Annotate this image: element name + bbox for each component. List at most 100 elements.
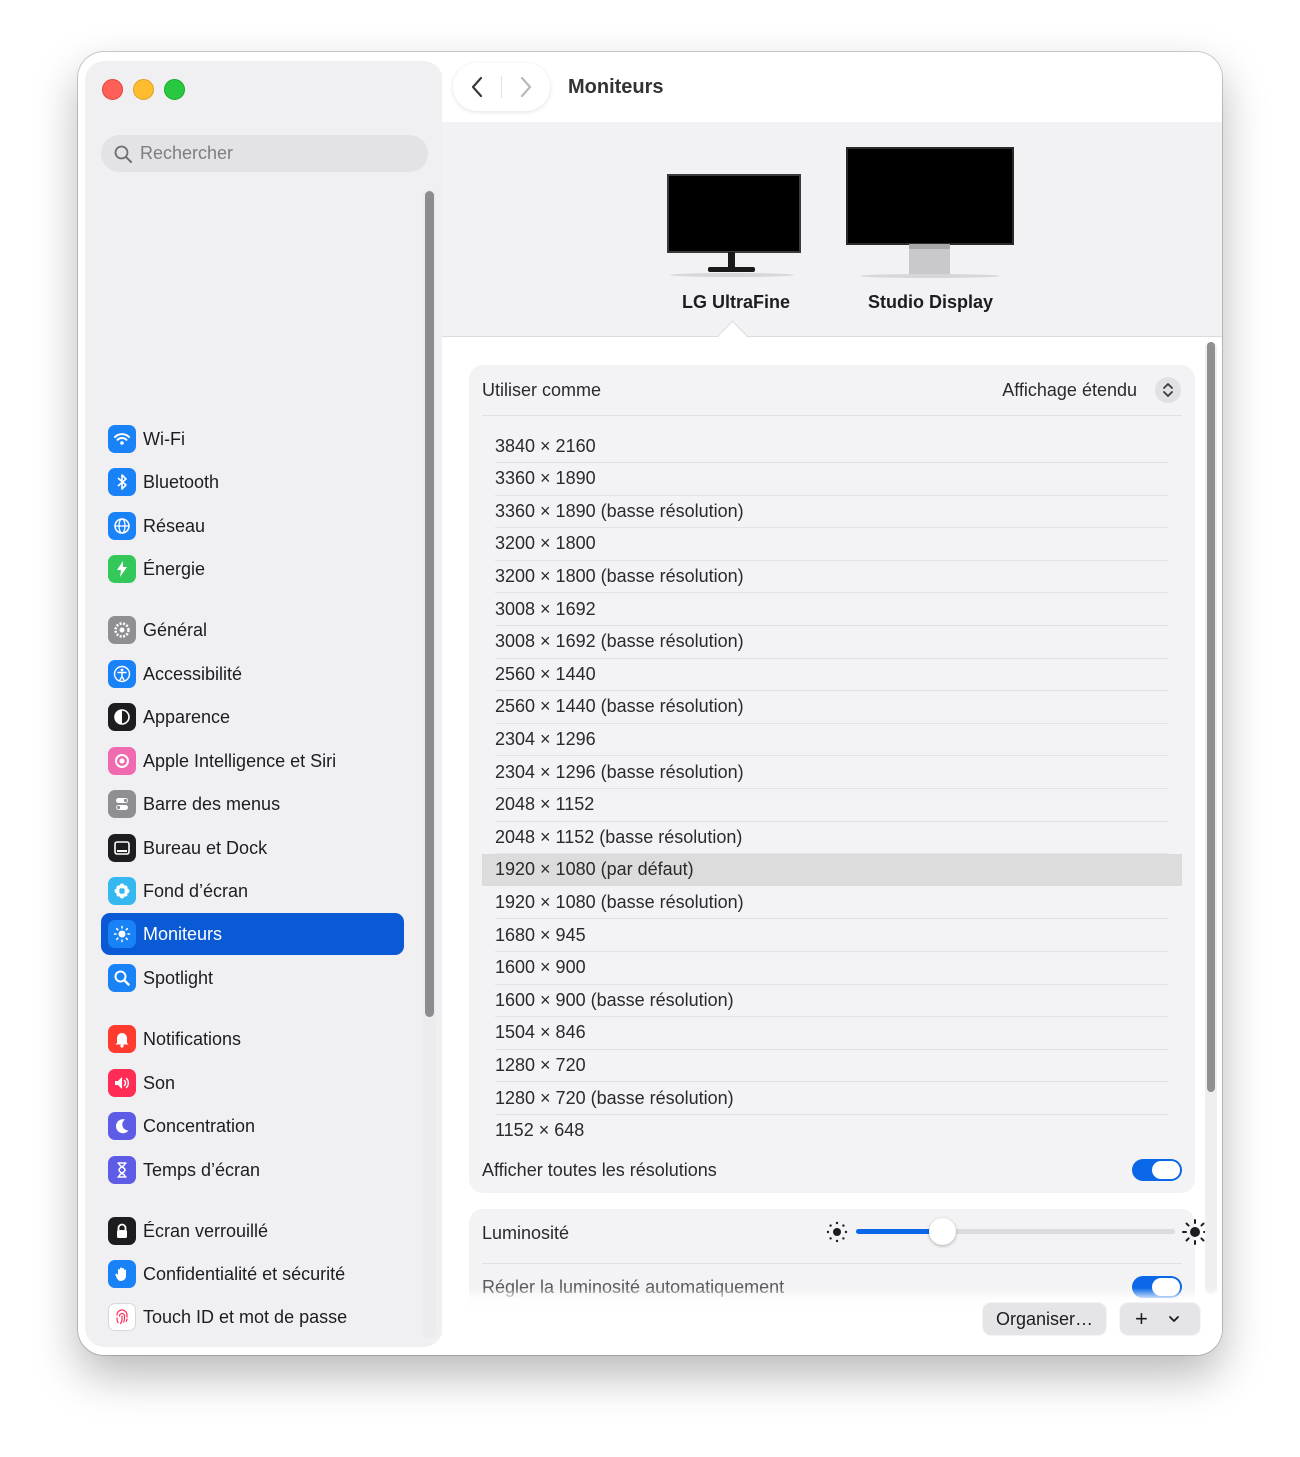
resolution-option[interactable]: 3840 × 2160 [482, 430, 1182, 463]
resolution-option[interactable]: 1152 × 648 [482, 1115, 1182, 1147]
sidebar-item-label: Confidentialité et sécurité [143, 1263, 346, 1284]
sidebar-item-label: Temps d’écran [143, 1159, 261, 1180]
chevron-down-icon [1168, 1316, 1179, 1322]
bell-icon [108, 1025, 136, 1053]
resolution-label: 3360 × 1890 (basse résolution) [495, 500, 744, 521]
resolution-label: 3008 × 1692 [495, 598, 596, 619]
sidebar-item-lock[interactable]: Écran verrouillé [101, 1210, 404, 1252]
sidebar-item-speaker[interactable]: Son [101, 1062, 404, 1104]
card-separator [482, 415, 1182, 416]
sidebar-item-bluetooth[interactable]: Bluetooth [101, 461, 404, 503]
sidebar-item-bolt[interactable]: Énergie [101, 548, 404, 590]
resolution-label: 3200 × 1800 (basse résolution) [495, 565, 744, 586]
resolution-option[interactable]: 1600 × 900 [482, 952, 1182, 985]
sidebar-item-label: Accessibilité [143, 663, 243, 684]
arrange-button[interactable]: Organiser… [983, 1303, 1106, 1335]
resolution-label: 1280 × 720 (basse résolution) [495, 1087, 734, 1108]
resolution-label: 1920 × 1080 (par défaut) [495, 859, 694, 880]
resolution-option[interactable]: 2304 × 1296 [482, 723, 1182, 757]
sidebar-item-spotlight[interactable]: Spotlight [101, 957, 404, 999]
content-scrollbar[interactable] [1205, 342, 1217, 1294]
search-field[interactable]: Rechercher [101, 135, 428, 172]
globe-icon [108, 512, 136, 540]
sidebar-item-label: Général [143, 619, 208, 640]
resolution-option[interactable]: 3360 × 1890 [482, 463, 1182, 496]
lock-icon [108, 1217, 136, 1245]
resolution-label: 1680 × 945 [495, 924, 586, 945]
add-display-button[interactable]: + [1120, 1303, 1200, 1335]
dock-icon [108, 834, 136, 862]
resolution-option[interactable]: 3008 × 1692 [482, 593, 1182, 626]
chevron-left-icon [471, 76, 483, 98]
fingerprint-icon [108, 1303, 136, 1331]
brightness-slider-knob[interactable] [929, 1218, 957, 1245]
sidebar-scrollbar[interactable] [423, 189, 436, 1339]
sidebar-item-menubar[interactable]: Barre des menus [101, 783, 404, 825]
monitor-studio-display[interactable] [845, 146, 1015, 278]
toggle-knob [1152, 1161, 1180, 1179]
sidebar-item-accessibility[interactable]: Accessibilité [101, 653, 404, 695]
use-as-popup[interactable]: Affichage étendu [1002, 376, 1181, 404]
sidebar-item-sun[interactable]: Moniteurs [101, 913, 404, 955]
sidebar-item-label: Bureau et Dock [143, 837, 268, 858]
resolution-option[interactable]: 1920 × 1080 (par défaut) [482, 853, 1182, 886]
sidebar-item-label: Réseau [143, 515, 206, 536]
resolution-option[interactable]: 2560 × 1440 (basse résolution) [482, 691, 1182, 724]
resolution-option[interactable]: 3008 × 1692 (basse résolution) [482, 626, 1182, 659]
sidebar-item-wifi[interactable]: Wi-Fi [101, 418, 404, 460]
close-window-button[interactable] [102, 79, 123, 100]
zoom-window-button[interactable] [164, 79, 185, 100]
settings-content: Utiliser comme Affichage étendu 3840 × 2… [442, 337, 1222, 1355]
sidebar-item-label: Touch ID et mot de passe [143, 1306, 348, 1327]
resolution-label: 1280 × 720 [495, 1054, 586, 1075]
accessibility-icon [108, 660, 136, 688]
chevron-up-down-icon [1163, 383, 1173, 397]
resolution-label: 1600 × 900 [495, 957, 586, 978]
back-button[interactable] [453, 63, 501, 111]
sidebar-scrollbar-thumb[interactable] [425, 191, 434, 1017]
sidebar-item-label: Concentration [143, 1115, 256, 1136]
sidebar-item-appearance[interactable]: Apparence [101, 696, 404, 738]
resolution-option[interactable]: 3360 × 1890 (basse résolution) [482, 495, 1182, 529]
sidebar-item-fingerprint[interactable]: Touch ID et mot de passe [101, 1296, 404, 1338]
forward-button[interactable] [502, 63, 550, 111]
sidebar-item-bell[interactable]: Notifications [101, 1018, 404, 1060]
resolution-option[interactable]: 1920 × 1080 (basse résolution) [482, 886, 1182, 920]
moon-icon [108, 1112, 136, 1140]
resolution-label: 1504 × 846 [495, 1022, 586, 1043]
show-all-toggle[interactable] [1132, 1159, 1182, 1181]
sidebar-item-gear[interactable]: Général [101, 609, 404, 651]
resolution-option[interactable]: 1280 × 720 [482, 1049, 1182, 1083]
sidebar-item-hand[interactable]: Confidentialité et sécurité [101, 1253, 404, 1295]
resolution-option[interactable]: 3200 × 1800 [482, 528, 1182, 561]
sidebar-item-moon[interactable]: Concentration [101, 1105, 404, 1147]
content-scrollbar-thumb[interactable] [1207, 342, 1215, 1092]
sidebar-item-dock[interactable]: Bureau et Dock [101, 827, 404, 869]
sidebar-item-globe[interactable]: Réseau [101, 505, 404, 547]
brightness-slider[interactable] [856, 1218, 1175, 1245]
studio-display-icon [846, 147, 1014, 278]
minimize-window-button[interactable] [133, 79, 154, 100]
resolution-option[interactable]: 2048 × 1152 (basse résolution) [482, 821, 1182, 855]
display-arrangement: LG UltraFine Studio Display [442, 122, 1222, 351]
sidebar-item-label: Moniteurs [143, 923, 223, 944]
sidebar-item-hourglass[interactable]: Temps d’écran [101, 1149, 404, 1191]
resolution-option[interactable]: 1504 × 846 [482, 1017, 1182, 1050]
resolution-option[interactable]: 1680 × 945 [482, 919, 1182, 952]
resolution-option[interactable]: 3200 × 1800 (basse résolution) [482, 560, 1182, 594]
spotlight-icon [108, 964, 136, 992]
resolution-option[interactable]: 1600 × 900 (basse résolution) [482, 984, 1182, 1018]
monitor-lg-ultrafine[interactable] [662, 172, 802, 282]
sidebar-item-siri[interactable]: Apple Intelligence et Siri [101, 740, 404, 782]
resolution-label: 2560 × 1440 [495, 663, 596, 684]
resolution-option[interactable]: 2304 × 1296 (basse résolution) [482, 756, 1182, 789]
sidebar-item-wallpaper[interactable]: Fond d’écran [101, 870, 404, 912]
lg-monitor-icon [667, 174, 801, 277]
resolution-option[interactable]: 2560 × 1440 [482, 658, 1182, 692]
monitor-label-lg: LG UltraFine [682, 292, 791, 312]
appearance-icon [108, 703, 136, 731]
resolution-option[interactable]: 2048 × 1152 [482, 789, 1182, 822]
resolution-label: 3008 × 1692 (basse résolution) [495, 631, 744, 652]
resolution-option[interactable]: 1280 × 720 (basse résolution) [482, 1082, 1182, 1115]
resolution-label: 1920 × 1080 (basse résolution) [495, 891, 744, 912]
